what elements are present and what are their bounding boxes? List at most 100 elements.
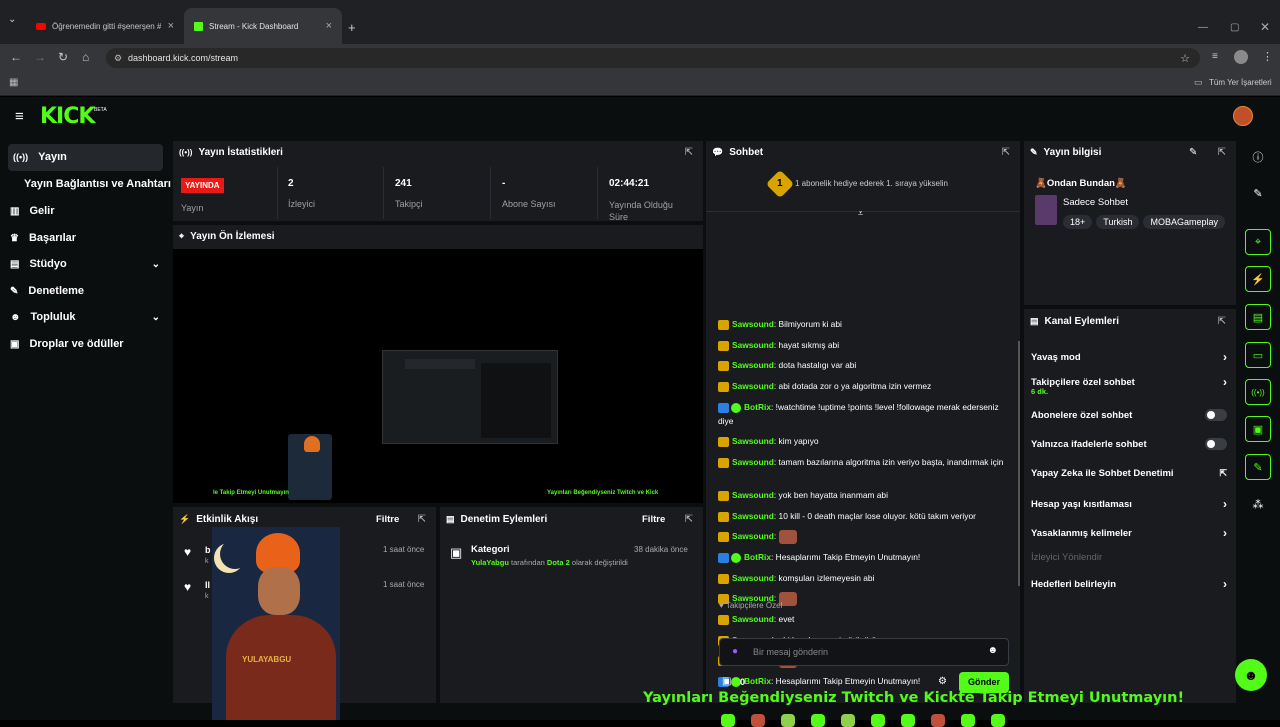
action-banned-words[interactable]: Yasaklanmış kelimeler › bbox=[1031, 526, 1227, 540]
emote-picker-icon[interactable] bbox=[841, 714, 855, 727]
profile-avatar[interactable] bbox=[1234, 50, 1248, 64]
back-icon[interactable]: ← bbox=[10, 50, 22, 64]
chat-username[interactable]: BotRix bbox=[744, 676, 771, 686]
chat-username[interactable]: Sawsound bbox=[732, 340, 774, 350]
reload-icon[interactable]: ↻ bbox=[58, 50, 68, 64]
tag[interactable]: MOBAGameplay bbox=[1143, 215, 1225, 229]
chat-settings-icon[interactable]: ⚙ bbox=[938, 676, 947, 687]
support-button[interactable]: ☻ bbox=[1235, 659, 1267, 691]
chat-scrollbar[interactable] bbox=[1018, 341, 1020, 586]
broadcast-icon[interactable]: ((•)) bbox=[1245, 379, 1271, 405]
action-subscribers-only[interactable]: Abonelere özel sohbet bbox=[1031, 409, 1227, 421]
popout-icon[interactable]: ⇱ bbox=[685, 514, 693, 525]
window-close-button[interactable]: ✕ bbox=[1260, 20, 1270, 34]
popout-icon[interactable]: ⇱ bbox=[1218, 147, 1226, 158]
notes-icon[interactable]: ▤ bbox=[1245, 304, 1271, 330]
chat-username[interactable]: Sawsound bbox=[732, 511, 774, 521]
close-icon[interactable]: × bbox=[168, 20, 174, 32]
sidebar-item-topluluk[interactable]: ☻ Topluluk ⌄ bbox=[10, 311, 160, 323]
emote-picker-icon[interactable] bbox=[931, 714, 945, 727]
action-emote-only[interactable]: Yalnızca ifadelerle sohbet bbox=[1031, 438, 1227, 450]
sidebar-item-denetleme[interactable]: ✎ Denetleme bbox=[10, 285, 84, 297]
action-followers-only[interactable]: Takipçilere özel sohbet › bbox=[1031, 375, 1227, 389]
chat-input[interactable]: ● Bir mesaj gönderin ☻ bbox=[719, 638, 1009, 666]
info-icon[interactable]: ⓘ bbox=[1245, 144, 1271, 170]
chat-username[interactable]: BotRix bbox=[744, 402, 771, 412]
emote-only-toggle[interactable] bbox=[1205, 438, 1227, 450]
tag[interactable]: 18+ bbox=[1063, 215, 1093, 229]
tag[interactable]: Turkish bbox=[1096, 215, 1140, 229]
wrench-icon[interactable]: ✎ bbox=[1245, 454, 1271, 480]
action-slow-mode[interactable]: Yavaş mod › bbox=[1031, 350, 1227, 364]
moderation-category[interactable]: Dota 2 bbox=[547, 558, 570, 567]
sidebar-item-droplar[interactable]: ▣ Droplar ve ödüller bbox=[10, 338, 124, 350]
close-icon[interactable]: × bbox=[326, 20, 332, 32]
minimize-button[interactable]: — bbox=[1198, 22, 1208, 33]
emote-picker-icon[interactable] bbox=[751, 714, 765, 727]
address-bar[interactable]: ⚙ dashboard.kick.com/stream ☆ bbox=[106, 48, 1200, 68]
bookmark-star-icon[interactable]: ☆ bbox=[1180, 52, 1190, 65]
action-ai-moderation[interactable]: Yapay Zeka ile Sohbet Denetimi ⇱ bbox=[1031, 468, 1227, 479]
chat-username[interactable]: Sawsound bbox=[732, 436, 774, 446]
user-avatar[interactable] bbox=[1233, 106, 1253, 126]
tab-search-icon[interactable]: ⌄ bbox=[8, 14, 16, 25]
emoji-picker-icon[interactable]: ☻ bbox=[987, 645, 998, 656]
preview-video[interactable]: le Takip Etmeyi Unutmayın Yayınları Beğe… bbox=[173, 249, 703, 503]
sidebar-item-yayin-label[interactable]: ((•)) Yayın bbox=[13, 151, 67, 163]
emote-picker-icon[interactable] bbox=[991, 714, 1005, 727]
site-info-icon[interactable]: ⚙ bbox=[114, 53, 122, 64]
kick-logo[interactable]: KICK bbox=[40, 104, 95, 129]
emote-picker-icon[interactable] bbox=[901, 714, 915, 727]
hamburger-menu-icon[interactable]: ≡ bbox=[15, 108, 24, 125]
chat-username[interactable]: Sawsound bbox=[732, 490, 774, 500]
share-icon[interactable]: ⁂ bbox=[1245, 491, 1271, 517]
pin-icon[interactable]: ⩡ bbox=[858, 208, 863, 219]
document-icon[interactable]: ▣ bbox=[1245, 416, 1271, 442]
gift-leaderboard-text[interactable]: 1 abonelik hediye ederek 1. sıraya yükse… bbox=[795, 179, 948, 188]
activity-filter-button[interactable]: Filtre bbox=[376, 514, 399, 525]
popout-icon[interactable]: ⇱ bbox=[418, 514, 426, 525]
all-bookmarks-label[interactable]: Tüm Yer İşaretleri bbox=[1209, 78, 1272, 87]
moderation-user[interactable]: YulaYabgu bbox=[471, 558, 509, 567]
chat-username[interactable]: BotRix bbox=[744, 552, 771, 562]
chat-username[interactable]: Sawsound bbox=[732, 531, 774, 541]
tab-youtube[interactable]: Öğrenemedin gitti #şenerşen # × bbox=[26, 8, 184, 44]
home-icon[interactable]: ⌂ bbox=[82, 50, 89, 64]
subscribers-only-toggle[interactable] bbox=[1205, 409, 1227, 421]
sidebar-item-studyo[interactable]: ▤ Stüdyo ⌄ bbox=[10, 258, 160, 270]
forward-icon[interactable]: → bbox=[34, 50, 46, 64]
new-tab-button[interactable]: + bbox=[348, 20, 356, 35]
moderation-filter-button[interactable]: Filtre bbox=[642, 514, 665, 525]
tab-kick-dashboard[interactable]: Stream - Kick Dashboard × bbox=[184, 8, 342, 44]
popout-icon[interactable]: ⇱ bbox=[1002, 147, 1010, 158]
clip-icon[interactable]: ⌖ bbox=[1245, 229, 1271, 255]
chat-icon[interactable]: ▭ bbox=[1245, 342, 1271, 368]
menu-icon[interactable]: ⋮ bbox=[1262, 50, 1273, 63]
emote-picker-icon[interactable] bbox=[781, 714, 795, 727]
media-icon[interactable]: ≡ bbox=[1212, 51, 1218, 62]
emote-picker-icon[interactable] bbox=[871, 714, 885, 727]
chat-username[interactable]: Sawsound bbox=[732, 319, 774, 329]
edit-icon[interactable]: ✎ bbox=[1245, 180, 1271, 206]
chat-username[interactable]: Sawsound bbox=[732, 614, 774, 624]
sidebar-item-basarilar[interactable]: ♛ Başarılar bbox=[10, 232, 76, 244]
chat-username[interactable]: Sawsound bbox=[732, 360, 774, 370]
apps-grid-icon[interactable]: ▦ bbox=[9, 77, 18, 88]
mic-icon[interactable]: ● bbox=[732, 646, 738, 657]
bolt-icon[interactable]: ⚡ bbox=[1245, 266, 1271, 292]
chat-username[interactable]: Sawsound bbox=[732, 381, 774, 391]
popout-icon[interactable]: ⇱ bbox=[685, 147, 693, 158]
chat-username[interactable]: Sawsound bbox=[732, 457, 774, 467]
popout-icon[interactable]: ⇱ bbox=[1218, 316, 1226, 327]
action-set-goals[interactable]: Hedefleri belirleyin › bbox=[1031, 577, 1227, 591]
emote-picker-icon[interactable] bbox=[721, 714, 735, 727]
emote-picker-icon[interactable] bbox=[811, 714, 825, 727]
stream-category[interactable]: Sadece Sohbet bbox=[1063, 197, 1128, 208]
sidebar-item-stream-key[interactable]: Yayın Bağlantısı ve Anahtarı bbox=[24, 178, 171, 190]
action-account-age[interactable]: Hesap yaşı kısıtlaması › bbox=[1031, 497, 1227, 511]
sidebar-item-gelir[interactable]: ▥ Gelir bbox=[10, 205, 55, 217]
emote-picker-icon[interactable] bbox=[961, 714, 975, 727]
chat-username[interactable]: Sawsound bbox=[732, 573, 774, 583]
maximize-button[interactable]: ▢ bbox=[1230, 22, 1239, 33]
edit-pencil-icon[interactable]: ✎ bbox=[1189, 147, 1197, 158]
